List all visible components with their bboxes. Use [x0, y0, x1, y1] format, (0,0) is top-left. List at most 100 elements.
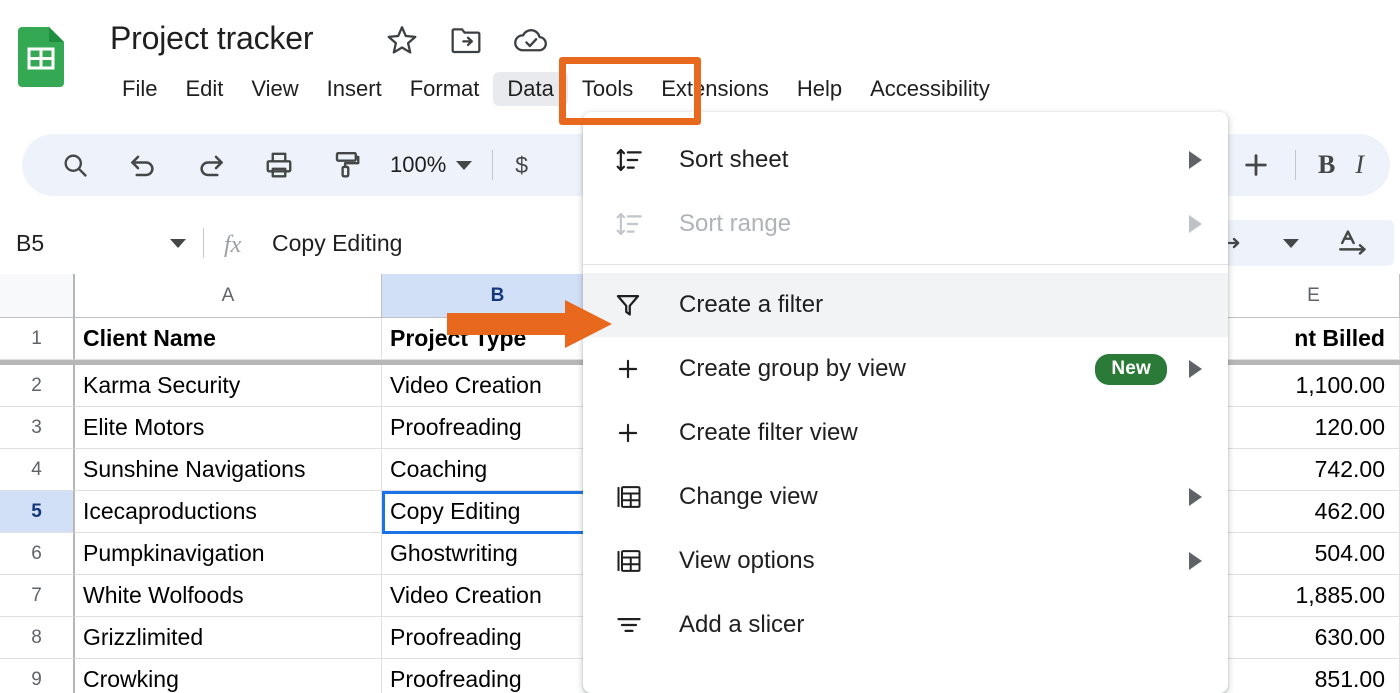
zoom-control[interactable]: 100%: [390, 152, 472, 178]
data-menu-dropdown[interactable]: Sort sheet Sort range Create a filter: [583, 112, 1228, 693]
row-header-1[interactable]: 1: [0, 318, 75, 360]
filter-icon: [615, 292, 649, 318]
cell-a5[interactable]: Icecaproductions: [75, 491, 382, 533]
cell-e5[interactable]: 462.00: [1228, 491, 1400, 533]
bold-button[interactable]: B: [1318, 150, 1335, 180]
zoom-value: 100%: [390, 152, 446, 178]
row-header-2[interactable]: 2: [0, 365, 75, 407]
italic-button[interactable]: I: [1355, 150, 1364, 180]
name-box[interactable]: B5: [16, 226, 186, 260]
search-icon[interactable]: [52, 142, 98, 188]
cell-e3[interactable]: 120.00: [1228, 407, 1400, 449]
menu-item-label: Sort range: [679, 210, 1189, 238]
spreadsheet-app: Project tracker File Edit View Insert Fo…: [0, 0, 1400, 693]
cell-a1[interactable]: Client Name: [75, 318, 382, 360]
submenu-arrow-icon: [1189, 488, 1202, 506]
create-a-filter-pointer-arrow: [447, 300, 612, 348]
cell-e8[interactable]: 630.00: [1228, 617, 1400, 659]
menu-divider: [583, 264, 1228, 265]
row-header-7[interactable]: 7: [0, 575, 75, 617]
cell-b6[interactable]: Ghostwriting: [382, 533, 614, 575]
row-header-4[interactable]: 4: [0, 449, 75, 491]
sheets-logo-icon: [18, 27, 64, 87]
menu-item-label: Create filter view: [679, 419, 1202, 447]
table-view-icon: [615, 484, 649, 510]
row-header-8[interactable]: 8: [0, 617, 75, 659]
row-header-3[interactable]: 3: [0, 407, 75, 449]
submenu-arrow-icon: [1189, 360, 1202, 378]
menu-file[interactable]: File: [108, 72, 171, 106]
text-rotation-icon[interactable]: [1330, 220, 1376, 266]
cell-e7[interactable]: 1,885.00: [1228, 575, 1400, 617]
menu-format[interactable]: Format: [396, 72, 494, 106]
menu-view[interactable]: View: [237, 72, 312, 106]
star-icon[interactable]: [385, 23, 419, 57]
cell-e6[interactable]: 504.00: [1228, 533, 1400, 575]
formula-input[interactable]: Copy Editing: [272, 230, 402, 257]
menu-item-sort-sheet[interactable]: Sort sheet: [583, 128, 1228, 192]
cell-e2[interactable]: 1,100.00: [1228, 365, 1400, 407]
column-header-e[interactable]: E: [1228, 274, 1400, 318]
cell-a4[interactable]: Sunshine Navigations: [75, 449, 382, 491]
cell-a7[interactable]: White Wolfoods: [75, 575, 382, 617]
undo-icon[interactable]: [120, 142, 166, 188]
plus-icon: [615, 356, 649, 382]
menu-accessibility[interactable]: Accessibility: [856, 72, 1004, 106]
menu-item-create-a-filter[interactable]: Create a filter: [583, 273, 1228, 337]
cell-e1[interactable]: nt Billed: [1228, 318, 1400, 360]
insert-plus-button[interactable]: [1233, 142, 1279, 188]
menu-item-create-filter-view[interactable]: Create filter view: [583, 401, 1228, 465]
plus-icon: [615, 420, 649, 446]
cell-a8[interactable]: Grizzlimited: [75, 617, 382, 659]
name-box-value: B5: [16, 230, 44, 257]
cell-b3[interactable]: Proofreading: [382, 407, 614, 449]
fx-icon: fx: [224, 232, 241, 259]
column-header-a[interactable]: A: [75, 274, 382, 318]
paint-format-icon[interactable]: [324, 142, 370, 188]
cell-b8[interactable]: Proofreading: [382, 617, 614, 659]
select-all-corner[interactable]: [0, 274, 75, 318]
menu-item-label: Change view: [679, 483, 1189, 511]
document-title[interactable]: Project tracker: [110, 20, 313, 57]
menu-data[interactable]: Data: [493, 72, 567, 106]
chevron-down-icon-2[interactable]: [1268, 220, 1314, 266]
formula-bar-divider: [203, 228, 204, 258]
print-icon[interactable]: [256, 142, 302, 188]
cell-a6[interactable]: Pumpkinavigation: [75, 533, 382, 575]
new-badge: New: [1095, 354, 1167, 385]
menu-item-label: Create a filter: [679, 291, 1202, 319]
menu-bar: File Edit View Insert Format Data Tools …: [108, 72, 1004, 106]
cell-b2[interactable]: Video Creation: [382, 365, 614, 407]
menu-tools[interactable]: Tools: [568, 72, 647, 106]
cell-b4[interactable]: Coaching: [382, 449, 614, 491]
menu-item-create-group-by-view[interactable]: Create group by view New: [583, 337, 1228, 401]
cell-e9[interactable]: 851.00: [1228, 659, 1400, 693]
submenu-arrow-icon: [1189, 552, 1202, 570]
row-header-6[interactable]: 6: [0, 533, 75, 575]
cloud-saved-icon[interactable]: [513, 25, 549, 55]
row-header-9[interactable]: 9: [0, 659, 75, 693]
cell-e4[interactable]: 742.00: [1228, 449, 1400, 491]
menu-item-add-a-slicer[interactable]: Add a slicer: [583, 593, 1228, 657]
move-to-folder-icon[interactable]: [450, 25, 482, 55]
row-header-5[interactable]: 5: [0, 491, 75, 533]
cell-a2[interactable]: Karma Security: [75, 365, 382, 407]
menu-edit[interactable]: Edit: [171, 72, 237, 106]
menu-item-label: Create group by view: [679, 355, 1095, 383]
sort-icon: [615, 211, 649, 237]
cell-b5[interactable]: Copy Editing: [382, 491, 614, 533]
menu-help[interactable]: Help: [783, 72, 856, 106]
menu-item-change-view[interactable]: Change view: [583, 465, 1228, 529]
cell-b9[interactable]: Proofreading: [382, 659, 614, 693]
cell-b7[interactable]: Video Creation: [382, 575, 614, 617]
menu-insert[interactable]: Insert: [313, 72, 396, 106]
submenu-arrow-icon: [1189, 215, 1202, 233]
submenu-arrow-icon: [1189, 151, 1202, 169]
cell-a9[interactable]: Crowking: [75, 659, 382, 693]
menu-item-label: View options: [679, 547, 1189, 575]
cell-a3[interactable]: Elite Motors: [75, 407, 382, 449]
redo-icon[interactable]: [188, 142, 234, 188]
currency-format-button[interactable]: $: [515, 152, 528, 179]
menu-item-view-options[interactable]: View options: [583, 529, 1228, 593]
menu-extensions[interactable]: Extensions: [647, 72, 783, 106]
